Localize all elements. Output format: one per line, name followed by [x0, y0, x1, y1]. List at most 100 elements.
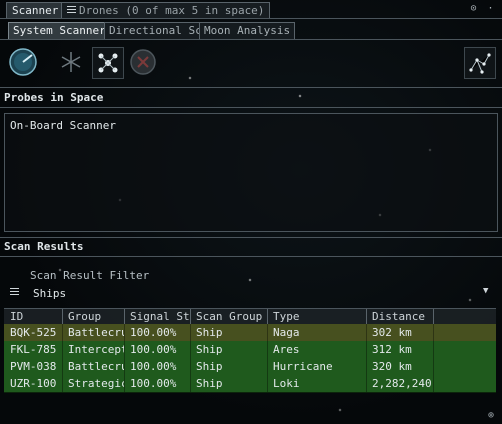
tab-system-scanner[interactable]: System Scanner	[8, 22, 111, 40]
tab-drones[interactable]: Drones (0 of max 5 in space)	[61, 2, 271, 18]
column-divider	[124, 324, 125, 341]
cell-type: Naga	[273, 326, 300, 339]
probe-list-item[interactable]: On-Board Scanner	[10, 119, 116, 132]
column-divider	[190, 309, 191, 324]
cell-scan-group: Ship	[196, 377, 223, 390]
cell-distance: 320 km	[372, 360, 412, 373]
column-divider	[62, 358, 63, 375]
column-header-signal[interactable]: Signal Stre	[130, 310, 190, 323]
cell-scan-group: Ship	[196, 326, 223, 339]
column-divider	[190, 341, 191, 358]
tab-moon-analysis-label: Moon Analysis	[204, 24, 291, 37]
cell-id: PVM-038	[10, 360, 57, 373]
cell-type: Hurricane	[273, 360, 333, 373]
tab-scanner[interactable]: Scanner	[6, 2, 65, 18]
divider	[0, 256, 502, 257]
column-divider	[190, 375, 191, 392]
column-header-distance[interactable]: Distance ▲	[372, 310, 428, 323]
menu-icon[interactable]	[10, 288, 19, 296]
column-header-type[interactable]: Type	[273, 310, 363, 323]
column-header-id[interactable]: ID	[10, 310, 62, 323]
options-icon[interactable]: ⊙	[467, 2, 480, 15]
column-divider	[366, 309, 367, 324]
cell-distance: 302 km	[372, 326, 412, 339]
column-divider	[366, 375, 367, 392]
divider	[0, 107, 502, 108]
table-row[interactable]: BQK-525 Battlecruis 100.00% Ship Naga 302 km	[4, 324, 496, 342]
solar-system-map-button[interactable]	[464, 47, 496, 79]
scan-results-title: Scan Results	[4, 240, 84, 253]
list-icon	[67, 6, 76, 14]
cell-signal-strength: 100.00%	[130, 343, 177, 356]
column-divider	[433, 358, 434, 375]
cell-group: Battlecruis	[68, 326, 124, 339]
column-divider	[124, 341, 125, 358]
probe-formation-icon	[98, 53, 118, 73]
column-header-distance-label: Distance	[372, 310, 425, 323]
divider	[0, 237, 502, 238]
column-divider	[267, 309, 268, 324]
results-table-header: ID Group Signal Stre Scan Group Type Dis…	[4, 308, 496, 325]
cell-group: Battlecruis	[68, 360, 124, 373]
column-divider	[267, 341, 268, 358]
filter-value: Ships	[33, 287, 67, 300]
column-divider	[267, 324, 268, 341]
analyze-button[interactable]	[8, 47, 38, 77]
cell-group: Strategic (	[68, 377, 124, 390]
divider	[0, 39, 502, 40]
table-row[interactable]: FKL-785 Interceptor 100.00% Ship Ares 312 km	[4, 341, 496, 359]
reconnect-probes-button[interactable]	[92, 47, 124, 79]
tab-drones-label: Drones (0 of max 5 in space)	[79, 4, 265, 17]
cell-scan-group: Ship	[196, 360, 223, 373]
table-row[interactable]: UZR-100 Strategic ( 100.00% Ship Loki 2,282,2…	[4, 375, 496, 393]
cell-distance: 312 km	[372, 343, 412, 356]
destroy-probes-button[interactable]	[128, 47, 158, 77]
cell-signal-strength: 100.00%	[130, 326, 177, 339]
star-map-icon	[469, 53, 491, 74]
cell-id: BQK-525	[10, 326, 57, 339]
table-row[interactable]: PVM-038 Battlecruis 100.00% Ship Hurricane 32…	[4, 358, 496, 376]
radar-scan-icon	[9, 48, 37, 76]
column-divider	[190, 358, 191, 375]
filter-dropdown[interactable]: Ships ▼	[4, 285, 496, 301]
column-divider	[366, 358, 367, 375]
column-divider	[124, 309, 125, 324]
column-header-scan-group[interactable]: Scan Group	[196, 310, 266, 323]
filter-label: Scan Result Filter	[30, 269, 150, 282]
cell-signal-strength: 100.00%	[130, 360, 177, 373]
column-divider	[267, 358, 268, 375]
divider	[0, 87, 502, 88]
recover-probes-button[interactable]	[56, 47, 86, 77]
column-divider	[62, 375, 63, 392]
probes-section-title: Probes in Space	[4, 91, 104, 104]
cell-distance: 2,282,240 k	[372, 377, 432, 390]
cell-group: Interceptor	[68, 343, 124, 356]
cell-type: Ares	[273, 343, 300, 356]
tab-moon-analysis[interactable]: Moon Analysis	[199, 22, 296, 40]
divider	[0, 18, 502, 19]
column-divider	[366, 341, 367, 358]
cell-scan-group: Ship	[196, 343, 223, 356]
column-divider	[433, 375, 434, 392]
cell-signal-strength: 100.00%	[130, 377, 177, 390]
column-divider	[433, 324, 434, 341]
column-header-group[interactable]: Group	[68, 310, 124, 323]
destroy-probes-icon	[130, 49, 156, 75]
column-divider	[366, 324, 367, 341]
snowflake-recover-icon	[61, 52, 81, 72]
column-divider	[124, 375, 125, 392]
column-divider	[124, 358, 125, 375]
column-divider	[62, 309, 63, 324]
cell-id: UZR-100	[10, 377, 57, 390]
column-divider	[433, 309, 434, 324]
column-divider	[267, 375, 268, 392]
cell-type: Loki	[273, 377, 300, 390]
chevron-down-icon[interactable]: ▼	[483, 286, 488, 296]
column-divider	[62, 341, 63, 358]
column-divider	[62, 324, 63, 341]
resize-handle-icon[interactable]: ⊚	[488, 410, 494, 421]
minimize-icon[interactable]: ·	[484, 2, 497, 15]
probes-list: On-Board Scanner	[4, 113, 498, 232]
cell-id: FKL-785	[10, 343, 57, 356]
tab-scanner-label: Scanner	[12, 4, 59, 17]
